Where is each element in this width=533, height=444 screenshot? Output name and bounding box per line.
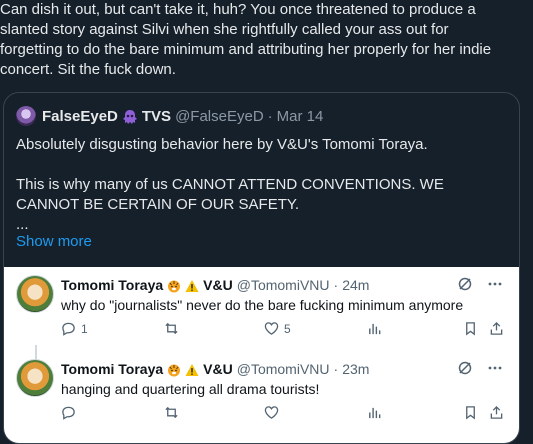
- reply-count: 1: [81, 321, 88, 336]
- author-name[interactable]: Tomomi Toraya: [61, 277, 163, 293]
- like-icon: [264, 321, 279, 336]
- like-action[interactable]: 5: [264, 321, 291, 336]
- purple-alien-emoji-icon: [122, 109, 138, 125]
- author-brand[interactable]: V&U: [203, 361, 233, 377]
- separator-dot: ·: [333, 361, 339, 377]
- retweet-icon: [164, 321, 179, 336]
- separator-dot: ·: [267, 107, 273, 125]
- views-action[interactable]: [367, 321, 382, 336]
- grok-icon[interactable]: [457, 360, 473, 376]
- tweet-top-actions: [457, 276, 503, 292]
- quoted-author-handle[interactable]: @FalseEyeD: [175, 108, 264, 125]
- views-icon: [367, 321, 382, 336]
- quoted-tweet-card[interactable]: FalseEyeD TVS @FalseEyeD · Mar 14 Absolu…: [3, 92, 520, 444]
- quoted-author-name-part2[interactable]: TVS: [142, 108, 171, 125]
- tweet-actions: 1 5: [61, 321, 511, 339]
- tweet-time[interactable]: 23m: [342, 361, 369, 377]
- like-icon: [264, 405, 279, 420]
- reply-icon: [61, 321, 76, 336]
- quoted-text-ellipsis: ...: [16, 216, 29, 233]
- avatar[interactable]: [16, 359, 54, 397]
- bookmark-action[interactable]: [463, 321, 478, 336]
- avatar[interactable]: [16, 275, 54, 313]
- separator-dot: ·: [333, 277, 339, 293]
- tiger-face-emoji-icon: [167, 363, 181, 377]
- author-brand[interactable]: V&U: [203, 277, 233, 293]
- retweet-action[interactable]: [164, 321, 184, 336]
- reply-icon: [61, 405, 76, 420]
- author-handle[interactable]: @TomomiVNU: [237, 277, 330, 293]
- more-icon[interactable]: [487, 276, 503, 292]
- share-icon: [489, 405, 504, 420]
- share-action[interactable]: [489, 321, 504, 336]
- tweet-top-actions: [457, 360, 503, 376]
- bookmark-icon: [463, 405, 478, 420]
- tweet-time[interactable]: 24m: [342, 277, 369, 293]
- grok-icon[interactable]: [457, 276, 473, 292]
- like-action[interactable]: [264, 405, 284, 420]
- quoted-tweet-date[interactable]: Mar 14: [277, 108, 324, 125]
- bookmark-action[interactable]: [463, 405, 478, 420]
- more-icon[interactable]: [487, 360, 503, 376]
- retweet-icon: [164, 405, 179, 420]
- tweet-actions: [61, 405, 511, 423]
- embedded-screenshot: Tomomi Toraya V&U @TomomiVNU · 24m why d…: [4, 267, 519, 443]
- author-handle[interactable]: @TomomiVNU: [237, 361, 330, 377]
- tweet-text: hanging and quartering all drama tourist…: [61, 381, 320, 397]
- author-name[interactable]: Tomomi Toraya: [61, 361, 163, 377]
- warning-emoji-icon: [185, 363, 199, 377]
- views-icon: [367, 405, 382, 420]
- retweet-action[interactable]: [164, 405, 184, 420]
- quoted-author-avatar[interactable]: [16, 106, 36, 126]
- quoted-author-name-part1[interactable]: FalseEyeD: [42, 108, 118, 125]
- quoted-tweet-header: FalseEyeD TVS @FalseEyeD · Mar 14: [16, 106, 323, 126]
- show-more-link[interactable]: Show more: [16, 233, 92, 250]
- bookmark-icon: [463, 321, 478, 336]
- reply-action[interactable]: [61, 405, 81, 420]
- views-action[interactable]: [367, 405, 382, 420]
- tweet-header: Tomomi Toraya V&U @TomomiVNU · 24m: [61, 275, 369, 295]
- quoted-text-line2: This is why many of us CANNOT ATTEND CON…: [16, 176, 444, 213]
- reply-action[interactable]: 1: [61, 321, 88, 336]
- like-count: 5: [284, 321, 291, 336]
- share-icon: [489, 321, 504, 336]
- quoted-text-line1: Absolutely disgusting behavior here by V…: [16, 136, 428, 153]
- tweet-header: Tomomi Toraya V&U @TomomiVNU · 23m: [61, 359, 369, 379]
- share-action[interactable]: [489, 405, 504, 420]
- tiger-face-emoji-icon: [167, 279, 181, 293]
- tweet-text: why do "journalists" never do the bare f…: [61, 297, 464, 313]
- warning-emoji-icon: [185, 279, 199, 293]
- quoted-tweet-text: Absolutely disgusting behavior here by V…: [16, 135, 511, 235]
- reply-tweet-text: Can dish it out, but can't take it, huh?…: [0, 1, 492, 78]
